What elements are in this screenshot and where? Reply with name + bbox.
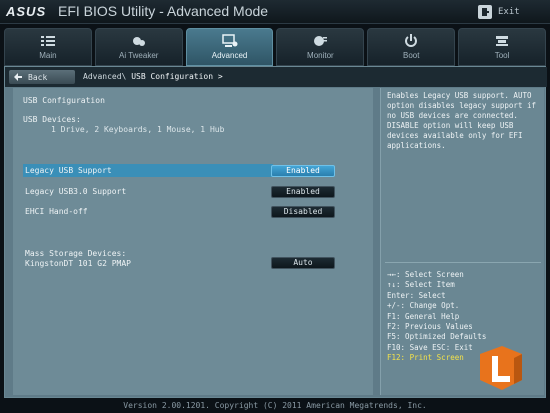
navigation-bar: Back Advanced\ USB Configuration > (5, 67, 547, 87)
mass-storage-label: Mass Storage Devices: (25, 249, 127, 258)
mass-storage-device-value[interactable]: Auto (271, 257, 335, 269)
back-button[interactable]: Back (9, 70, 75, 84)
advanced-icon (221, 34, 238, 47)
legacy-usb-support-value[interactable]: Enabled (271, 165, 335, 177)
tool-icon (496, 36, 509, 46)
exit-icon (478, 4, 492, 19)
key-legend: →←: Select Screen ↑↓: Select Item Enter:… (387, 270, 486, 364)
tab-monitor-label: Monitor (307, 51, 334, 60)
main-tabs: Main Ai Tweaker Advanced Monitor Boot To… (4, 28, 546, 66)
tab-main-label: Main (39, 51, 57, 60)
title-bar: ASUS EFI BIOS Utility - Advanced Mode Ex… (0, 0, 550, 24)
asus-logo: ASUS (6, 4, 47, 19)
usb-devices-value: 1 Drive, 2 Keyboards, 1 Mouse, 1 Hub (51, 125, 225, 134)
key-save-exit: F10: Save ESC: Exit (387, 342, 473, 352)
version-footer: Version 2.00.1201. Copyright (C) 2011 Am… (0, 398, 550, 413)
back-label: Back (28, 72, 48, 82)
tab-tool[interactable]: Tool (458, 28, 546, 66)
key-previous-values: F2: Previous Values (387, 322, 473, 332)
tab-advanced[interactable]: Advanced (185, 28, 274, 66)
help-text: Enables Legacy USB support. AUTO option … (387, 91, 537, 150)
legacy-usb3-support-value[interactable]: Enabled (271, 186, 335, 198)
list-icon (40, 36, 55, 46)
breadcrumb-parent[interactable]: Advanced\ (83, 72, 126, 81)
key-select-screen: →←: Select Screen (387, 270, 464, 279)
tab-ai-tweaker-label: Ai Tweaker (119, 51, 159, 60)
breadcrumb-current: USB Configuration > (131, 72, 223, 81)
power-icon (405, 34, 418, 47)
tweaker-icon (132, 37, 145, 46)
content-area: Back Advanced\ USB Configuration > USB C… (4, 66, 547, 398)
breadcrumb: Advanced\ USB Configuration > (83, 72, 223, 81)
tab-monitor[interactable]: Monitor (276, 28, 365, 66)
ehci-hand-off-value[interactable]: Disabled (271, 206, 335, 218)
usb-devices-label: USB Devices: (23, 115, 81, 124)
section-title: USB Configuration (23, 96, 105, 105)
key-optimized-defaults: F5: Optimized Defaults (387, 332, 487, 342)
monitor-icon (314, 36, 328, 46)
key-select-item: ↑↓: Select Item (387, 280, 455, 290)
app-title: EFI BIOS Utility - Advanced Mode (58, 3, 269, 19)
tab-boot-label: Boot (402, 51, 420, 60)
tab-main[interactable]: Main (4, 28, 92, 66)
tab-ai-tweaker[interactable]: Ai Tweaker (94, 28, 183, 66)
legacy-usb-support-label[interactable]: Legacy USB Support (25, 166, 112, 175)
back-arrow-icon (14, 73, 22, 81)
legacy-usb3-support-label[interactable]: Legacy USB3.0 Support (25, 187, 126, 196)
tab-tool-label: Tool (494, 51, 510, 60)
key-change-opt: +/-: Change Opt. (387, 301, 460, 311)
exit-button[interactable]: Exit (478, 3, 542, 20)
help-divider (385, 262, 541, 263)
mass-storage-device-label[interactable]: KingstonDT 101 G2 PMAP (25, 259, 131, 268)
key-general-help: F1: General Help (387, 311, 460, 321)
key-enter-select: Enter: Select (387, 290, 446, 300)
watermark-logo-icon (480, 346, 522, 390)
exit-label: Exit (498, 6, 520, 17)
settings-panel: USB Configuration USB Devices: 1 Drive, … (13, 88, 373, 395)
key-print-screen: F12: Print Screen (387, 353, 464, 363)
ehci-hand-off-label[interactable]: EHCI Hand-off (25, 207, 88, 216)
tab-advanced-label: Advanced (211, 51, 248, 60)
tab-boot[interactable]: Boot (367, 28, 456, 66)
